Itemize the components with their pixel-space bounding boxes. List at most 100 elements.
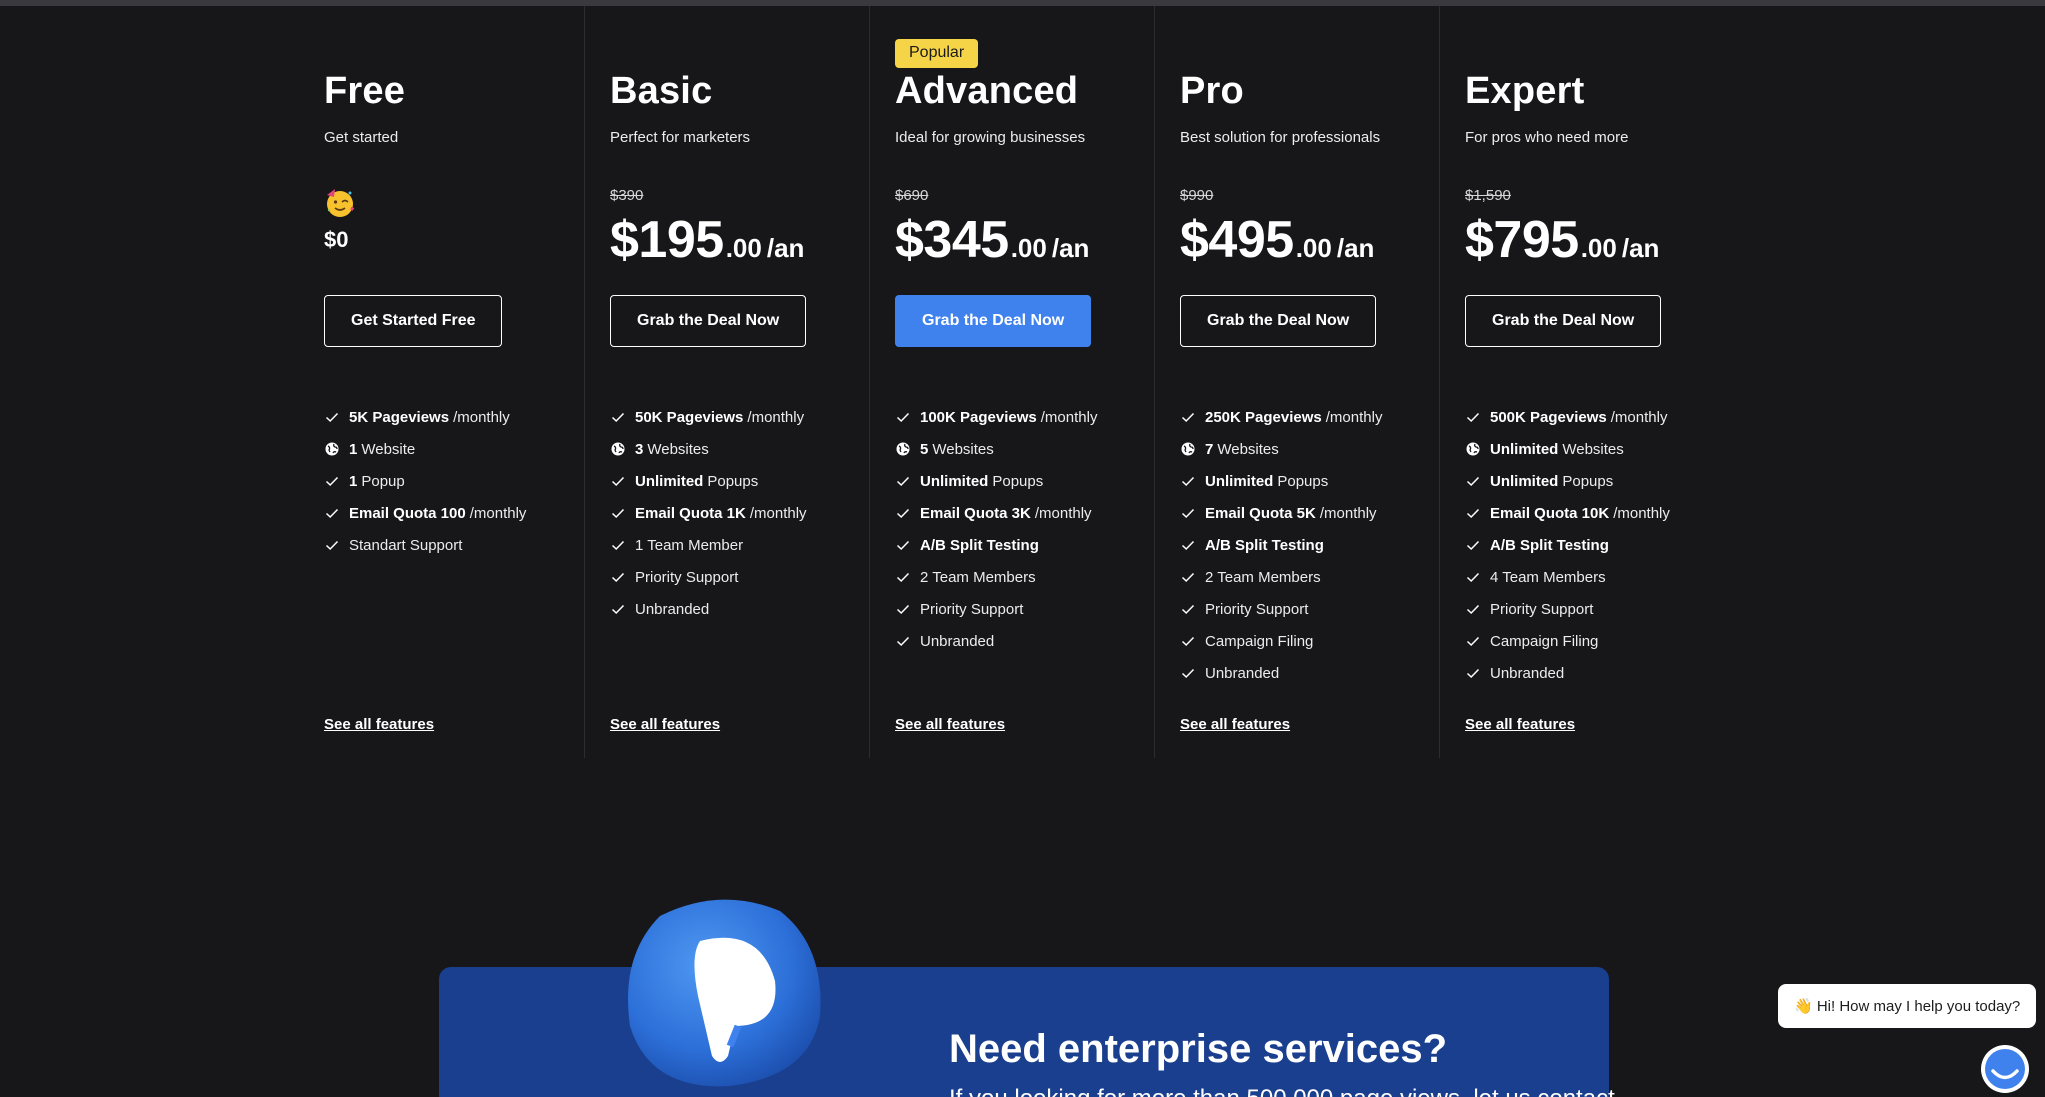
feature-text: /monthly xyxy=(1034,504,1092,522)
feature-list: 5K Pageviews/monthly 1 Website 1 Popup Ema… xyxy=(324,401,526,561)
enterprise-subtitle: If you looking for more than 500.000 pag… xyxy=(949,1085,1615,1097)
plan-name: Expert xyxy=(1465,70,1585,112)
original-price: $690 xyxy=(895,187,929,204)
feature-highlight: 5K Pageviews xyxy=(349,408,450,426)
feature-item: Unlimited Websites xyxy=(1465,433,1670,465)
check-icon xyxy=(1466,572,1480,583)
plan-tagline: Ideal for growing businesses xyxy=(895,129,1086,146)
original-price: $1,590 xyxy=(1465,187,1511,204)
check-icon xyxy=(325,412,339,423)
plan-card-pro: Pro Best solution for professionals $990… xyxy=(1154,6,1439,758)
chat-greeting-bubble[interactable]: 👋 Hi! How may I help you today? xyxy=(1778,984,2037,1028)
price-amount: $495 xyxy=(1180,211,1294,269)
plan-tagline: Get started xyxy=(324,129,399,146)
price-amount: $195 xyxy=(610,211,724,269)
chat-launcher-icon[interactable] xyxy=(1980,1044,2030,1094)
globe-icon xyxy=(1181,442,1195,456)
feature-item: Unlimited Popups xyxy=(1465,465,1670,497)
check-icon xyxy=(896,476,910,487)
price-cents: .00 xyxy=(1295,233,1332,263)
feature-text: /monthly xyxy=(453,408,510,426)
check-icon xyxy=(325,476,339,487)
feature-item: Unbranded xyxy=(1465,657,1670,689)
price-cents: .00 xyxy=(725,233,762,263)
globe-icon xyxy=(896,442,910,456)
globe-icon xyxy=(611,442,625,456)
feature-item: A/B Split Testing xyxy=(1180,529,1382,561)
check-icon xyxy=(1181,636,1195,647)
feature-highlight: A/B Split Testing xyxy=(920,536,1039,554)
feature-text: Popups xyxy=(992,472,1044,490)
feature-highlight: 50K Pageviews xyxy=(635,408,744,426)
feature-text: Websites xyxy=(932,440,994,458)
feature-text: Popup xyxy=(361,472,405,490)
feature-text: Priority Support xyxy=(920,600,1024,618)
feature-highlight: Unlimited xyxy=(1490,440,1559,458)
feature-highlight: 100K Pageviews xyxy=(920,408,1037,426)
grab-deal-button[interactable]: Grab the Deal Now xyxy=(895,295,1092,347)
feature-item: 2 Team Members xyxy=(895,561,1097,593)
see-all-features-link[interactable]: See all features xyxy=(610,716,720,733)
feature-item: Email Quota 5K /monthly xyxy=(1180,497,1382,529)
feature-item: 100K Pageviews/monthly xyxy=(895,401,1097,433)
see-all-features-link[interactable]: See all features xyxy=(895,716,1005,733)
price-amount: $795 xyxy=(1465,211,1579,269)
check-icon xyxy=(1466,668,1480,679)
feature-item: 2 Team Members xyxy=(1180,561,1382,593)
feature-text: Standart Support xyxy=(349,536,463,554)
feature-text: 1 Team Member xyxy=(635,536,744,554)
feature-text: Priority Support xyxy=(1490,600,1594,618)
feature-highlight: Unlimited xyxy=(920,472,989,490)
check-icon xyxy=(611,540,625,551)
check-icon xyxy=(1181,508,1195,519)
feature-highlight: A/B Split Testing xyxy=(1490,536,1609,554)
feature-item: 1 Website xyxy=(324,433,526,465)
feature-highlight: 5 xyxy=(920,440,929,458)
feature-item: 3 Websites xyxy=(610,433,807,465)
feature-text: /monthly xyxy=(1325,408,1383,426)
plan-price: $195 .00 /an xyxy=(610,210,804,270)
check-icon xyxy=(611,508,625,519)
feature-highlight: Unlimited xyxy=(1490,472,1559,490)
grab-deal-button[interactable]: Grab the Deal Now xyxy=(610,295,807,347)
feature-list: 500K Pageviews/monthly Unlimited Websites… xyxy=(1465,401,1670,689)
grab-deal-button[interactable]: Grab the Deal Now xyxy=(1180,295,1377,347)
feature-list: 100K Pageviews/monthly 5 Websites Unlimit… xyxy=(895,401,1097,657)
original-price: $390 xyxy=(610,187,644,204)
grab-deal-button[interactable]: Grab the Deal Now xyxy=(1465,295,1662,347)
check-icon xyxy=(325,540,339,551)
check-icon xyxy=(1181,668,1195,679)
feature-highlight: 7 xyxy=(1205,440,1214,458)
plan-name: Basic xyxy=(610,70,713,112)
feature-item: Priority Support xyxy=(610,561,807,593)
check-icon xyxy=(896,572,910,583)
feature-text: /monthly xyxy=(469,504,527,522)
feature-text: Unbranded xyxy=(920,632,995,650)
check-icon xyxy=(1466,412,1480,423)
see-all-features-link[interactable]: See all features xyxy=(1180,716,1290,733)
feature-text: Unbranded xyxy=(1205,664,1280,682)
feature-text: /monthly xyxy=(747,408,805,426)
feature-highlight: 3 xyxy=(635,440,644,458)
check-icon xyxy=(1181,412,1195,423)
plan-tagline: For pros who need more xyxy=(1465,129,1629,146)
see-all-features-link[interactable]: See all features xyxy=(324,716,434,733)
feature-item: 4 Team Members xyxy=(1465,561,1670,593)
check-icon xyxy=(1181,476,1195,487)
price-amount: $345 xyxy=(895,211,1009,269)
get-started-free-button[interactable]: Get Started Free xyxy=(324,295,503,347)
plan-price: $0 xyxy=(324,227,349,252)
feature-text: /monthly xyxy=(1319,504,1377,522)
feature-item: Unlimited Popups xyxy=(895,465,1097,497)
check-icon xyxy=(611,572,625,583)
brand-logo-icon xyxy=(628,899,821,1087)
feature-text: Popups xyxy=(1277,472,1329,490)
price-period: /an xyxy=(1621,233,1660,263)
feature-highlight: Email Quota 3K xyxy=(920,504,1031,522)
feature-item: 1 Popup xyxy=(324,465,526,497)
enterprise-title: Need enterprise services? xyxy=(949,1027,1448,1071)
plan-card-advanced: Popular Advanced Ideal for growing busin… xyxy=(869,6,1154,758)
check-icon xyxy=(1466,540,1480,551)
see-all-features-link[interactable]: See all features xyxy=(1465,716,1575,733)
check-icon xyxy=(1466,476,1480,487)
